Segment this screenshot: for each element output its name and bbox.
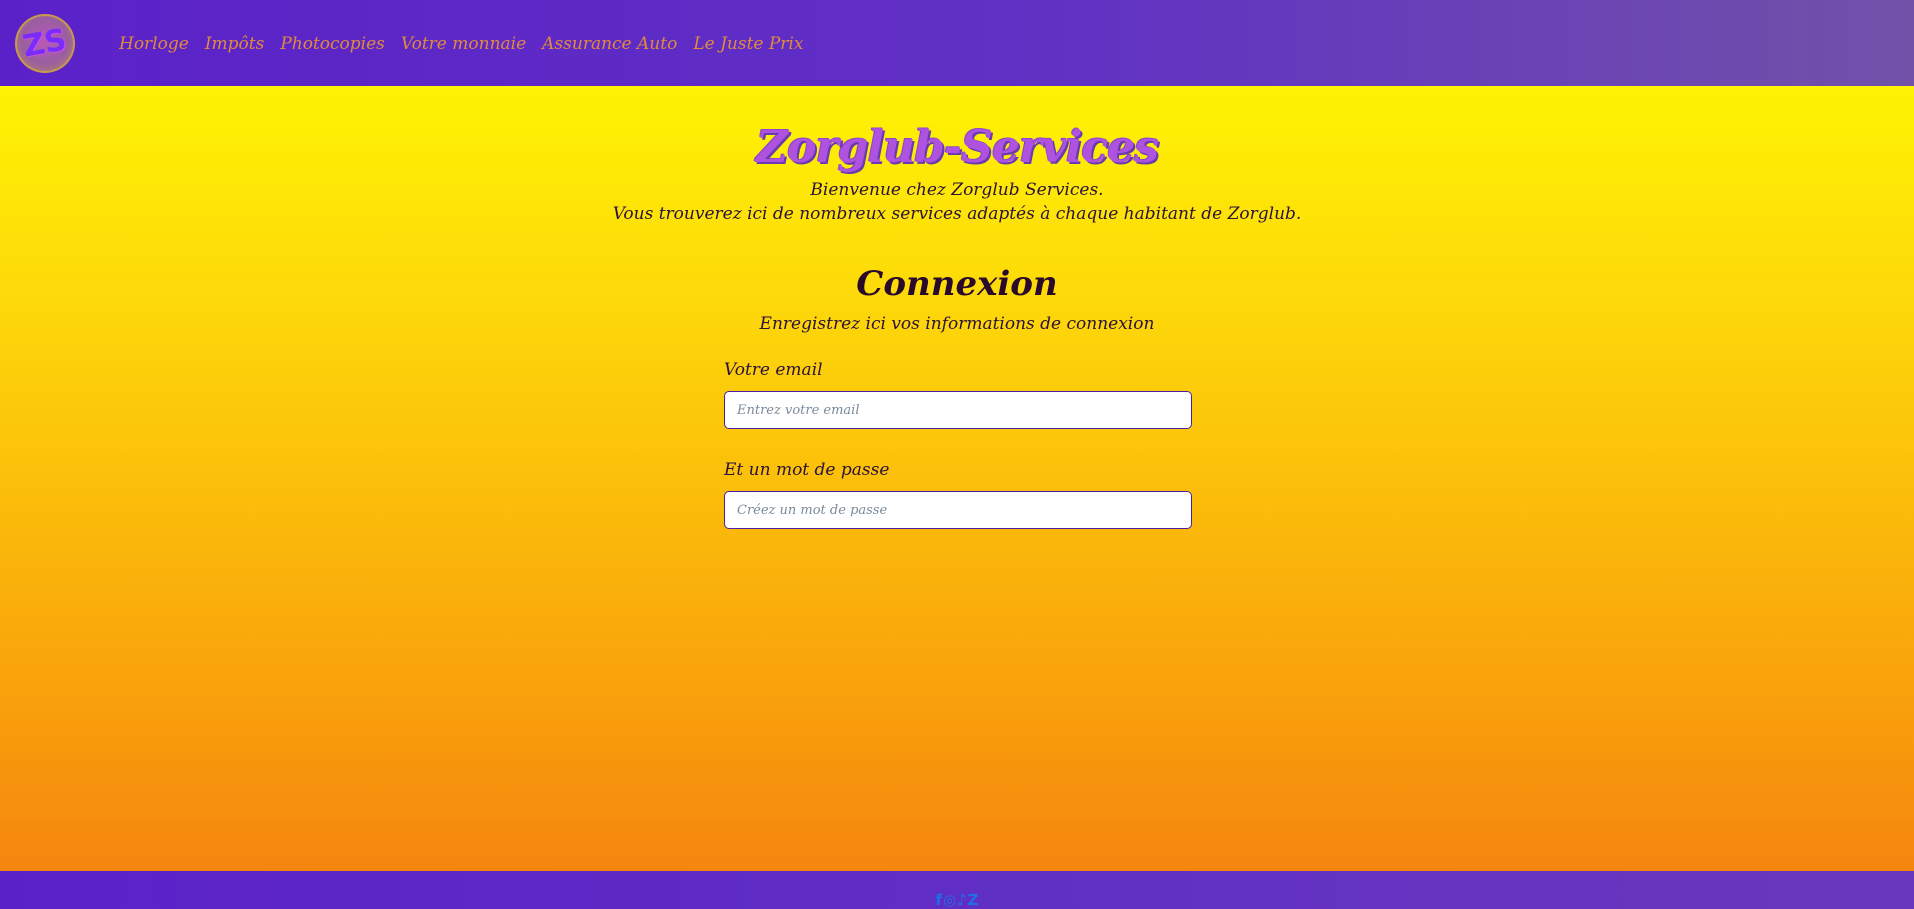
nav-link-horloge[interactable]: Horloge: [119, 34, 189, 54]
social-links: f ◎ ♪ Z: [935, 891, 978, 909]
z-icon[interactable]: Z: [968, 891, 979, 909]
welcome-line-2: Vous trouverez ici de nombreux services …: [612, 204, 1302, 224]
navbar: ZS Horloge Impôts Photocopies Votre monn…: [0, 0, 1914, 86]
instagram-icon[interactable]: ◎: [943, 891, 956, 909]
brand-title: Zorglub-Services: [756, 122, 1159, 173]
login-title: Connexion: [856, 264, 1058, 304]
logo[interactable]: ZS: [15, 14, 75, 73]
nav-link-assurance-auto[interactable]: Assurance Auto: [542, 34, 677, 54]
login-subtitle: Enregistrez ici vos informations de conn…: [759, 314, 1155, 334]
hero: Zorglub-Services Bienvenue chez Zorglub …: [0, 118, 1914, 226]
facebook-icon[interactable]: f: [935, 891, 942, 909]
password-field[interactable]: [724, 491, 1192, 529]
tiktok-icon[interactable]: ♪: [957, 891, 967, 909]
nav-links: Horloge Impôts Photocopies Votre monnaie…: [119, 34, 803, 54]
email-field[interactable]: [724, 391, 1192, 429]
footer: f ◎ ♪ Z: [0, 871, 1914, 909]
nav-link-votre-monnaie[interactable]: Votre monnaie: [401, 34, 526, 54]
nav-link-impots[interactable]: Impôts: [205, 34, 265, 54]
login-section: Connexion Enregistrez ici vos informatio…: [0, 260, 1914, 334]
nav-link-le-juste-prix[interactable]: Le Juste Prix: [693, 34, 803, 54]
nav-link-photocopies[interactable]: Photocopies: [280, 34, 385, 54]
logo-mark: ZS: [20, 22, 70, 65]
password-label: Et un mot de passe: [724, 460, 890, 480]
welcome-line-1: Bienvenue chez Zorglub Services.: [810, 180, 1104, 200]
email-label: Votre email: [724, 360, 823, 380]
